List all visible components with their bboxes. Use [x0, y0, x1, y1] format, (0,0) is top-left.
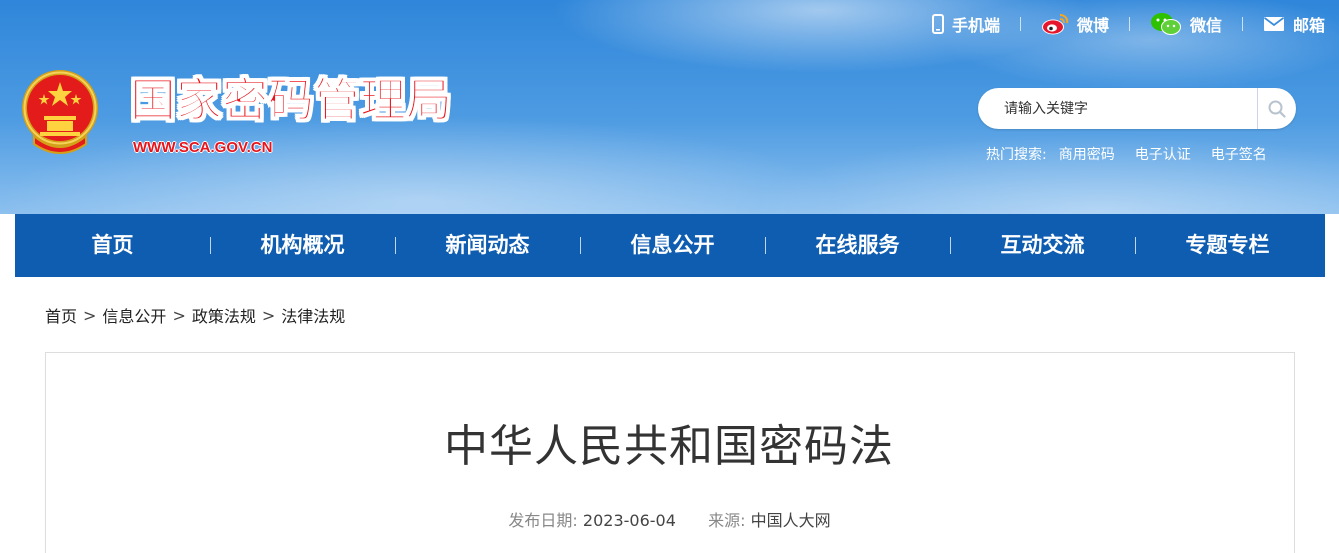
publish-date: 2023-06-04 — [582, 511, 676, 530]
site-title: 国家密码管理局 — [130, 73, 453, 128]
weibo-link[interactable]: 微博 — [1041, 12, 1109, 36]
breadcrumb-separator: > — [172, 305, 186, 325]
hot-search: 热门搜索: 商用密码 电子认证 电子签名 — [986, 145, 1267, 163]
wechat-link-label: 微信 — [1189, 16, 1222, 35]
breadcrumb-policy[interactable]: 政策法规 — [192, 303, 256, 327]
search-icon — [1268, 100, 1286, 118]
weibo-icon — [1041, 14, 1069, 35]
source-label: 来源: — [708, 511, 746, 530]
weibo-link-label: 微博 — [1076, 16, 1109, 35]
nav-item-services[interactable]: 在线服务 — [765, 214, 950, 277]
main-nav: 首页 机构概况 新闻动态 信息公开 在线服务 互动交流 专题专栏 — [15, 214, 1325, 277]
search-input[interactable] — [978, 88, 1258, 129]
breadcrumb-info[interactable]: 信息公开 — [102, 303, 166, 327]
search-box — [978, 88, 1296, 129]
hot-search-label: 热门搜索: — [986, 147, 1047, 163]
site-header: 手机端 微博 微信 邮箱 国家密码管理局 WWW.SCA.GOV.CN 请输入关… — [0, 0, 1339, 214]
nav-item-about[interactable]: 机构概况 — [210, 214, 395, 277]
article-source: 中国人大网 — [750, 511, 831, 530]
divider — [1241, 17, 1243, 31]
nav-item-home[interactable]: 首页 — [15, 214, 210, 277]
hot-keyword[interactable]: 电子签名 — [1211, 144, 1267, 164]
site-url[interactable]: WWW.SCA.GOV.CN — [133, 139, 272, 156]
hot-keyword[interactable]: 商用密码 — [1059, 144, 1115, 164]
top-links: 手机端 微博 微信 邮箱 — [931, 10, 1325, 38]
divider — [1019, 17, 1021, 31]
nav-item-news[interactable]: 新闻动态 — [395, 214, 580, 277]
article-title: 中华人民共和国密码法 — [444, 421, 894, 472]
mobile-link[interactable]: 手机端 — [931, 12, 1000, 36]
nav-item-interaction[interactable]: 互动交流 — [950, 214, 1135, 277]
breadcrumb-separator: > — [83, 305, 97, 325]
wechat-icon — [1150, 13, 1181, 35]
wechat-link[interactable]: 微信 — [1150, 12, 1222, 36]
article-meta: 发布日期: 2023-06-04 来源: 中国人大网 — [0, 507, 1339, 531]
date-label: 发布日期: — [508, 511, 578, 530]
national-emblem-icon — [22, 70, 98, 154]
mobile-icon — [931, 14, 944, 34]
mobile-link-label: 手机端 — [951, 16, 1000, 35]
mail-link[interactable]: 邮箱 — [1263, 12, 1325, 36]
divider — [1128, 17, 1130, 31]
breadcrumb: 首页 > 信息公开 > 政策法规 > 法律法规 — [45, 303, 345, 327]
search-button[interactable] — [1257, 88, 1296, 129]
mail-link-label: 邮箱 — [1292, 16, 1325, 35]
mail-icon — [1263, 17, 1285, 31]
breadcrumb-laws[interactable]: 法律法规 — [281, 303, 345, 327]
breadcrumb-separator: > — [261, 305, 276, 325]
nav-item-topics[interactable]: 专题专栏 — [1135, 214, 1320, 277]
breadcrumb-home[interactable]: 首页 — [45, 303, 77, 327]
hot-keyword[interactable]: 电子认证 — [1135, 144, 1191, 164]
nav-item-info[interactable]: 信息公开 — [580, 214, 765, 277]
